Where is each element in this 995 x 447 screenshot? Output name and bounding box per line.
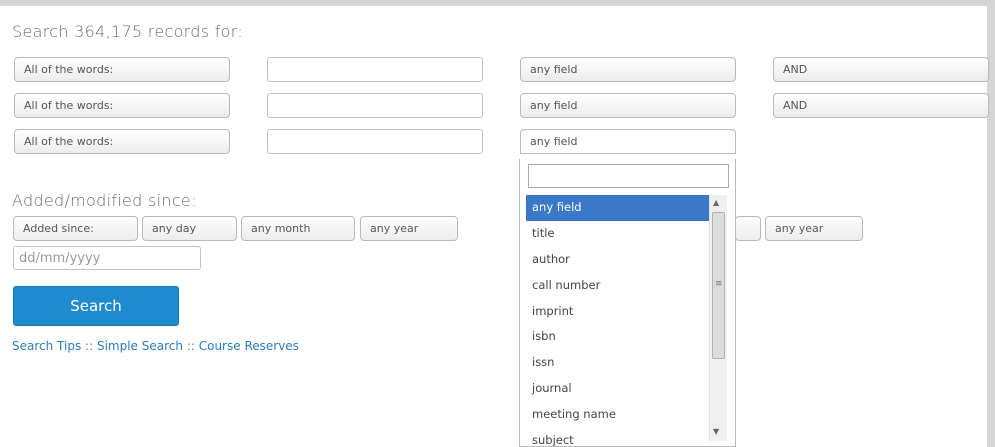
search-heading: Search 364,175 records for: <box>12 22 244 41</box>
search-panel: Search 364,175 records for: All of the w… <box>0 6 989 447</box>
dropdown-option[interactable]: journal <box>526 376 709 402</box>
search-tips-link[interactable]: Search Tips <box>12 339 81 353</box>
year-select-2[interactable]: any year <box>765 216 863 241</box>
dropdown-option[interactable]: call number <box>526 273 709 299</box>
field-select-1[interactable]: any field <box>520 57 736 82</box>
dropdown-option-list: any field title author call number impri… <box>526 195 709 446</box>
field-select-2[interactable]: any field <box>520 93 736 118</box>
field-select-3-open[interactable]: any field <box>520 129 736 154</box>
scroll-up-icon[interactable]: ▲ <box>713 198 719 207</box>
dropdown-filter-input[interactable] <box>528 164 729 188</box>
search-term-input-2[interactable] <box>267 93 483 118</box>
dropdown-option[interactable]: author <box>526 247 709 273</box>
match-mode-select-2[interactable]: All of the words: <box>14 93 230 118</box>
dropdown-option[interactable]: isbn <box>526 324 709 350</box>
dropdown-scrollbar[interactable]: ▲ ≡ ▼ <box>709 195 727 441</box>
day-select[interactable]: any day <box>142 216 237 241</box>
boolean-select-1[interactable]: AND <box>773 57 989 82</box>
dropdown-option[interactable]: title <box>526 221 709 247</box>
field-dropdown: any field title author call number impri… <box>519 159 736 447</box>
dropdown-option[interactable]: meeting name <box>526 402 709 428</box>
dropdown-option[interactable]: imprint <box>526 299 709 325</box>
date-heading: Added/modified since: <box>12 191 197 210</box>
search-term-input-1[interactable] <box>267 57 483 82</box>
grip-icon: ≡ <box>715 279 723 289</box>
match-mode-select-1[interactable]: All of the words: <box>14 57 230 82</box>
dropdown-option[interactable]: any field <box>526 195 709 221</box>
scrollbar-thumb[interactable]: ≡ <box>712 212 725 359</box>
hidden-select-edge[interactable] <box>735 216 761 241</box>
dropdown-option[interactable]: subject <box>526 428 709 446</box>
search-term-input-3[interactable] <box>267 129 483 154</box>
link-separator: :: <box>85 339 94 353</box>
year-select[interactable]: any year <box>360 216 458 241</box>
course-reserves-link[interactable]: Course Reserves <box>199 339 299 353</box>
date-input[interactable] <box>13 246 201 270</box>
boolean-select-2[interactable]: AND <box>773 93 989 118</box>
search-button[interactable]: Search <box>13 286 179 326</box>
link-separator: :: <box>186 339 195 353</box>
search-links: Search Tips :: Simple Search :: Course R… <box>12 339 299 353</box>
match-mode-select-3[interactable]: All of the words: <box>14 129 230 154</box>
dropdown-option[interactable]: issn <box>526 350 709 376</box>
month-select[interactable]: any month <box>241 216 355 241</box>
simple-search-link[interactable]: Simple Search <box>97 339 183 353</box>
added-since-select[interactable]: Added since: <box>13 216 138 241</box>
scroll-down-icon[interactable]: ▼ <box>713 427 719 436</box>
